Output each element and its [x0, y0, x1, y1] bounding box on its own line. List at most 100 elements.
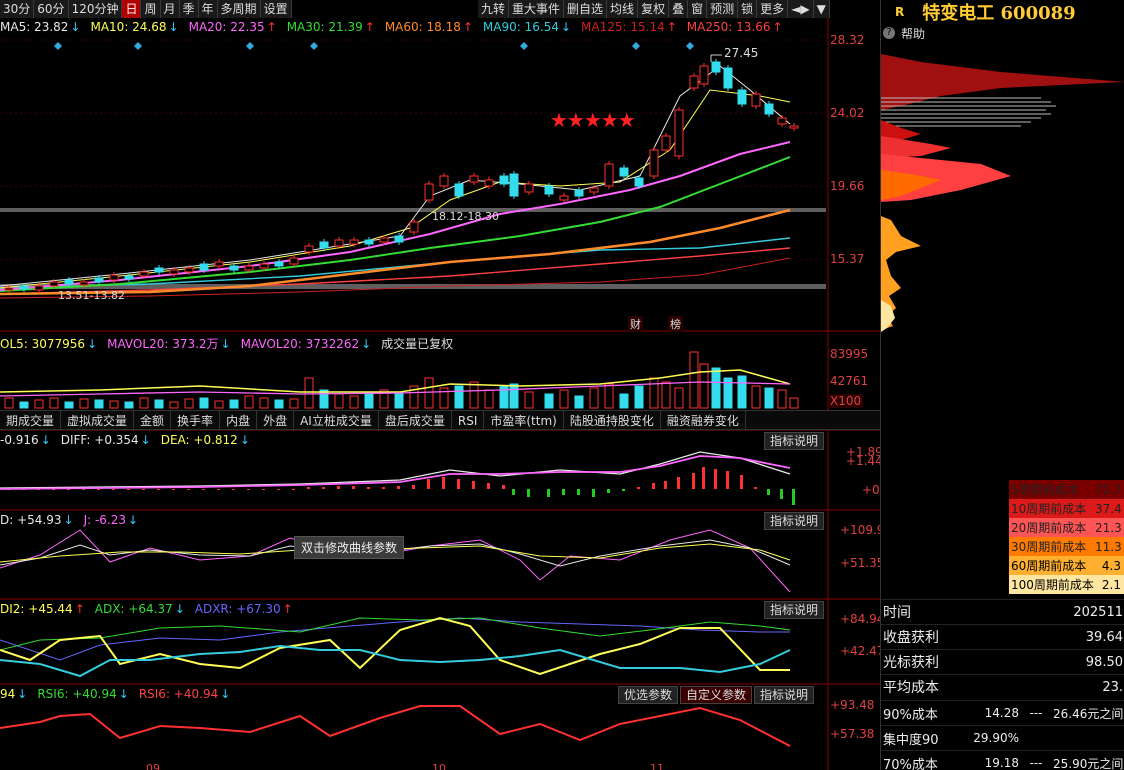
range-label: 90%成本 [883, 707, 938, 723]
legend-item: ADXR: +67.30 ↑ [195, 601, 293, 617]
rsi-param-button[interactable]: 优选参数 [618, 686, 679, 704]
indicator-tab[interactable]: 换手率 [171, 411, 221, 429]
high-price-label: 27.45 [724, 46, 759, 60]
arrow-icon: ↓ [239, 433, 250, 447]
rsi-param-button[interactable]: 自定义参数 [680, 686, 753, 704]
macd-bar [652, 483, 655, 489]
macd-bar [607, 489, 610, 493]
stock-chart-window: 30分 60分 120分钟日周月季年多周期 设置 九转 重大事件 删自选 均线 复权叠窗预测锁… [0, 0, 1124, 770]
candle-body [379, 237, 389, 243]
candle-body [789, 125, 799, 129]
indicator-tab[interactable]: 期成交量 [0, 411, 62, 429]
question-icon: ? [883, 27, 895, 39]
candle-body [424, 183, 434, 201]
date-label-sep: 09 [146, 762, 160, 770]
volume-bar [544, 393, 554, 409]
dmi-label-2: +42.47 [840, 644, 885, 658]
legend-text: -0.916 [0, 433, 39, 447]
cost-label: 30周期前成本 [1011, 540, 1087, 554]
info-row: 时间 202511 [881, 599, 1124, 624]
candle-body [229, 265, 239, 271]
vol-label-2: 42761 [830, 374, 869, 388]
di1-line [0, 644, 791, 678]
candle-body [364, 239, 374, 245]
volume-bar [64, 401, 74, 409]
volume-bar [737, 375, 747, 409]
candle-body [19, 285, 29, 290]
indicator-tab[interactable]: RSI [452, 411, 485, 429]
macd-bar [337, 486, 340, 489]
cost-label: 5周期前成本 [1011, 483, 1079, 497]
indicator-tab[interactable]: 盘后成交量 [379, 411, 452, 429]
legend-item: -0.916 ↓ [0, 432, 51, 448]
candle-body [509, 173, 519, 197]
candle-body [169, 269, 179, 275]
indicator-tab[interactable]: 虚拟成交量 [61, 411, 135, 429]
rank-badge[interactable]: 榜 [668, 316, 683, 332]
macd-bar [577, 489, 580, 495]
volume-bar [559, 389, 569, 409]
candle-body [214, 261, 224, 267]
rsi-line [0, 705, 791, 747]
indicator-tab[interactable]: 融资融券变化 [661, 411, 746, 429]
indicator-tab[interactable]: AI立桩成交量 [294, 411, 379, 429]
macd-bar [726, 471, 729, 489]
volume-bar [169, 401, 179, 409]
volume-bar [574, 395, 584, 409]
legend-item: 94 ↓ [0, 686, 27, 702]
macd-label-3: +0 [862, 483, 880, 497]
macd-bar [527, 489, 530, 497]
volume-bar [334, 393, 344, 409]
di2-line [0, 616, 790, 676]
rating-stars: ★★★★★ [550, 108, 636, 132]
volume-bar [509, 383, 519, 409]
finance-badge[interactable]: 财 [628, 316, 643, 332]
cost-row: 5周期前成本 72.7 [1009, 480, 1124, 499]
macd-bar [352, 486, 355, 489]
rsi-param-button[interactable]: 指标说明 [754, 686, 815, 704]
range-table: 90%成本 14.28 --- 26.46元之间 集中度90 29.90% 70%成本 19.… [881, 700, 1124, 770]
macd-bar [622, 489, 625, 491]
indicator-tab[interactable]: 内盘 [220, 411, 258, 429]
cost-row: 10周期前成本 37.4 [1009, 499, 1124, 518]
candle-body [139, 271, 149, 277]
macd-bar [232, 489, 235, 490]
kdj-help-button[interactable]: 指标说明 [764, 512, 825, 530]
logo-icon: R [895, 5, 905, 19]
macd-bar [427, 479, 430, 489]
candle-body [723, 67, 733, 89]
price-label-3: 19.66 [830, 179, 865, 193]
arrow-icon: ↓ [174, 602, 185, 616]
volume-bar [604, 383, 614, 409]
support-band-upper [0, 208, 826, 212]
candle-body [674, 109, 684, 157]
indicator-tab[interactable]: 金额 [134, 411, 172, 429]
cost-value: 72.7 [1095, 482, 1122, 497]
cost-label: 10周期前成本 [1011, 502, 1087, 516]
macd-bar [82, 489, 85, 490]
info-label: 光标获利 [883, 655, 939, 671]
volume-bar [49, 397, 59, 409]
dmi-help-button[interactable]: 指标说明 [764, 601, 825, 619]
info-table: 时间 202511 收盘获利 39.64 光标获利 98.50 平均成本 23. [881, 599, 1124, 699]
indicator-tab[interactable]: 陆股通持股变化 [564, 411, 661, 429]
macd-bar [562, 489, 565, 495]
macd-bar [767, 489, 770, 495]
legend-text: 成交量已复权 [381, 337, 454, 351]
range-row: 70%成本 19.18 --- 25.90元之间 [881, 750, 1124, 770]
arrow-icon: ↓ [220, 687, 231, 701]
candle-body [244, 265, 254, 271]
macd-help-button[interactable]: 指标说明 [764, 432, 825, 450]
cost-value: 37.4 [1095, 501, 1122, 516]
candle-body [454, 183, 464, 197]
chart-canvas[interactable] [0, 0, 880, 770]
indicator-tab[interactable]: 外盘 [257, 411, 295, 429]
volume-bar [751, 385, 761, 409]
volume-bar [524, 391, 534, 409]
volume-bar [469, 381, 479, 409]
indicator-tab[interactable]: 市盈率(ttm) [484, 411, 564, 429]
macd-bar [502, 485, 505, 489]
candle-body [711, 61, 721, 73]
legend-text: RSI6: +40.94 [138, 687, 219, 701]
volume-bar [244, 395, 254, 409]
